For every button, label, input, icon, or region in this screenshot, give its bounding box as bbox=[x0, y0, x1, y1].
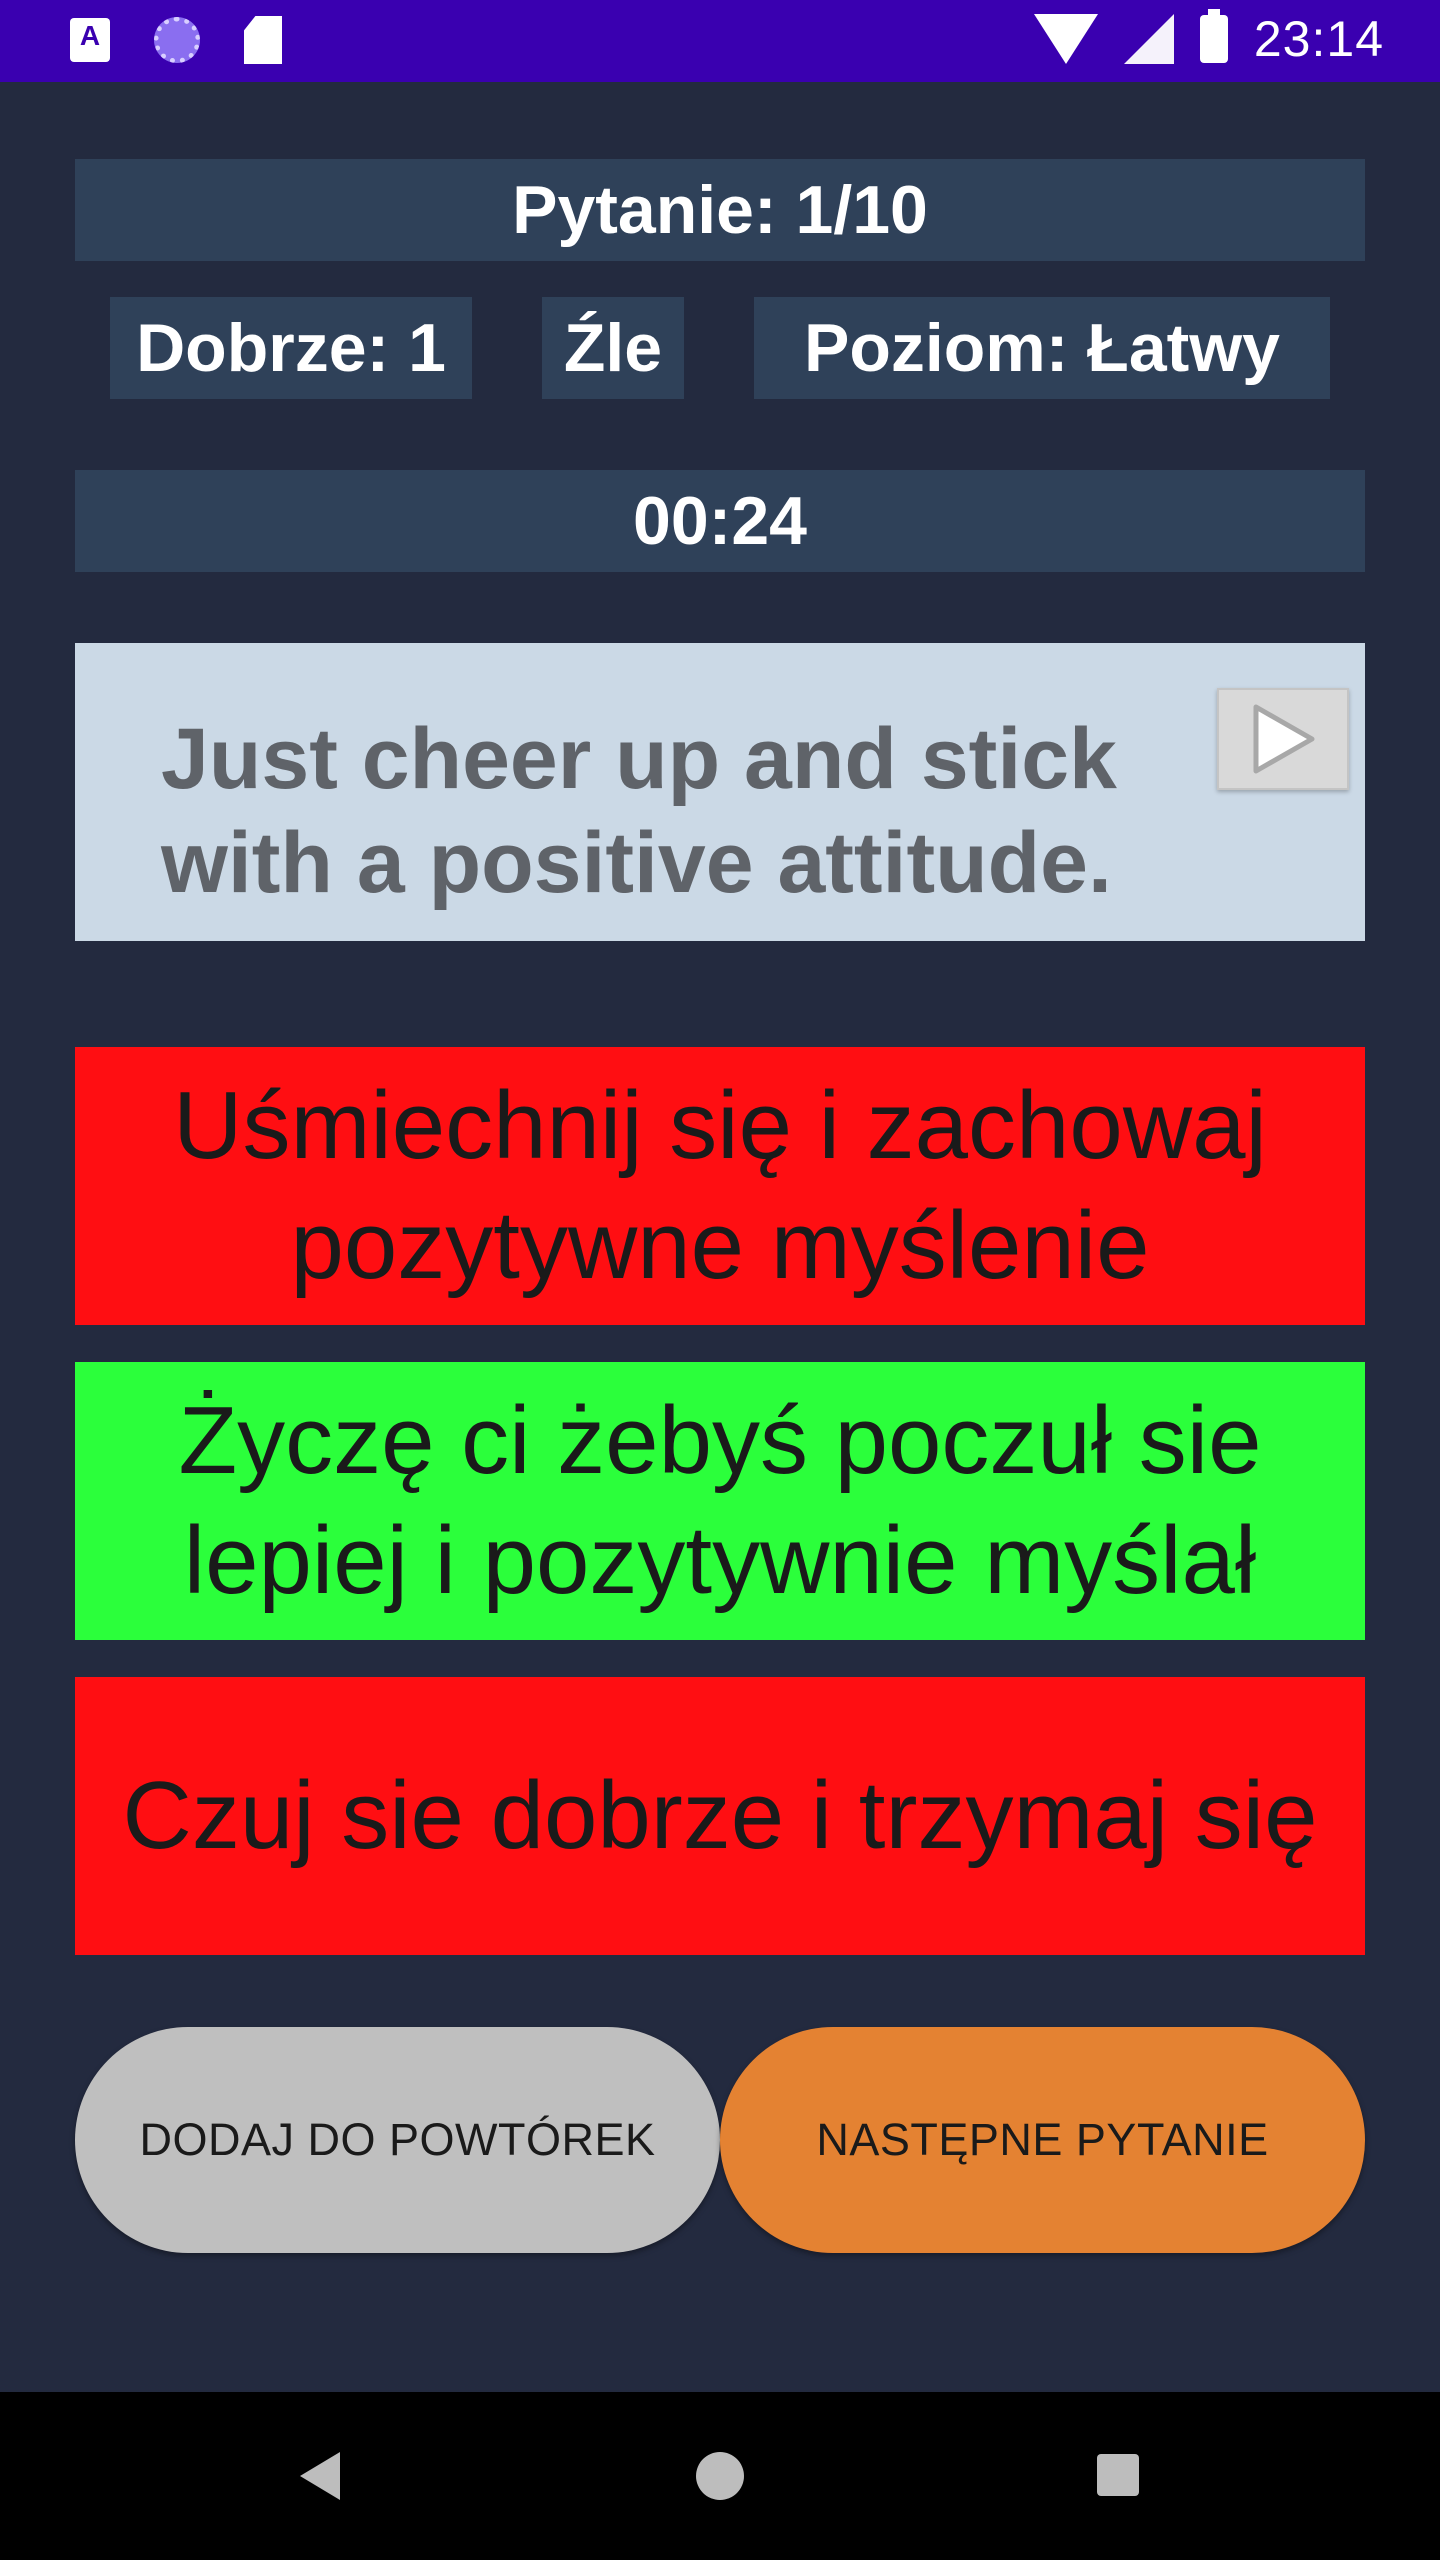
answer-option-1[interactable]: Uśmiechnij się i zachowaj pozytywne myśl… bbox=[75, 1047, 1365, 1325]
add-to-review-button[interactable]: DODAJ DO POWTÓREK bbox=[75, 2027, 720, 2253]
back-icon[interactable] bbox=[300, 2452, 340, 2500]
battery-icon bbox=[1199, 9, 1228, 63]
recents-icon[interactable] bbox=[1097, 2454, 1139, 2496]
correct-count: Dobrze: 1 bbox=[110, 297, 472, 399]
play-audio-button[interactable] bbox=[1217, 688, 1349, 790]
status-bar-notifications: A bbox=[70, 16, 282, 64]
question-text: Just cheer up and stick with a positive … bbox=[161, 711, 1117, 911]
sync-icon bbox=[154, 17, 200, 63]
level-indicator: Poziom: Łatwy bbox=[754, 297, 1330, 399]
question-card: Just cheer up and stick with a positive … bbox=[75, 643, 1365, 941]
signal-icon bbox=[1123, 14, 1174, 64]
question-counter: Pytanie: 1/10 bbox=[75, 159, 1365, 261]
clock: 23:14 bbox=[1253, 11, 1384, 67]
play-icon bbox=[1253, 704, 1315, 774]
navigation-bar bbox=[0, 2392, 1440, 2560]
app-notification-icon: A bbox=[70, 18, 110, 62]
next-question-button[interactable]: NASTĘPNE PYTANIE bbox=[720, 2027, 1365, 2253]
timer: 00:24 bbox=[75, 470, 1365, 572]
home-icon[interactable] bbox=[696, 2452, 744, 2500]
wifi-icon bbox=[1033, 14, 1098, 64]
status-bar: A 23:14 bbox=[0, 0, 1440, 82]
answer-option-2[interactable]: Życzę ci żebyś poczuł sie lepiej i pozyt… bbox=[75, 1362, 1365, 1640]
wrong-count: Źle bbox=[542, 297, 684, 399]
sd-card-icon bbox=[244, 16, 282, 64]
answer-option-3[interactable]: Czuj sie dobrze i trzymaj się bbox=[75, 1677, 1365, 1955]
status-bar-system: 23:14 bbox=[1033, 9, 1384, 68]
